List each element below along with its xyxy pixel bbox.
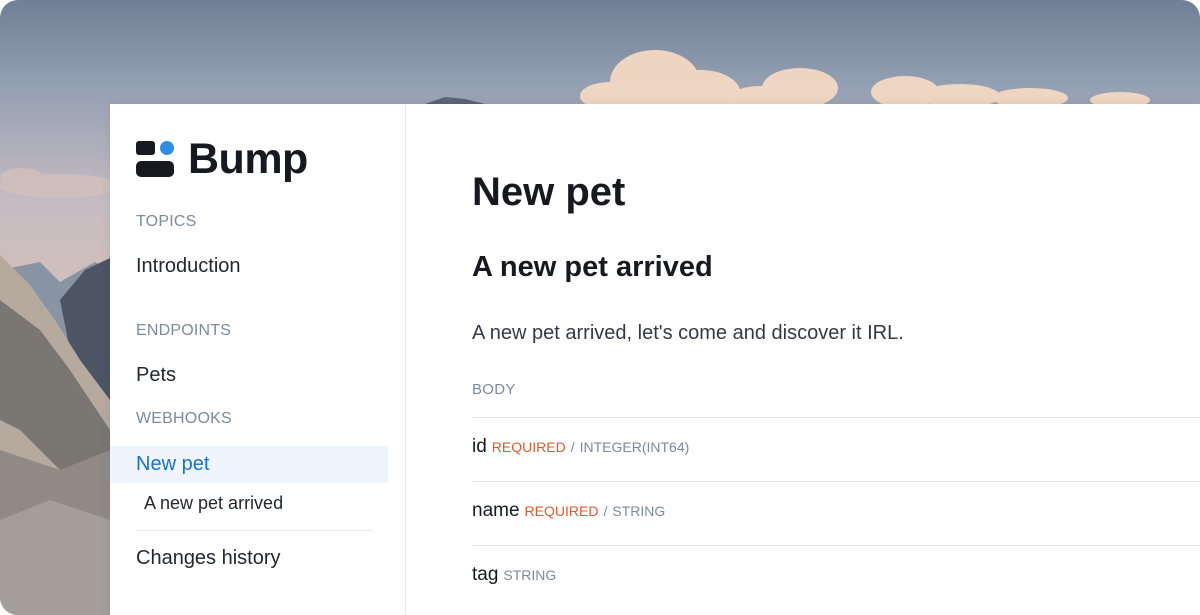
webhooks-heading: WEBHOOKS	[136, 410, 232, 427]
field-separator: /	[603, 503, 608, 519]
nav-new-pet[interactable]: New pet	[110, 446, 388, 483]
sidebar: Bump TOPICS Introduction ENDPOINTS Pets …	[110, 104, 406, 615]
bump-logo[interactable]: Bump	[136, 134, 308, 184]
field-name: tag	[472, 564, 499, 585]
nav-changes-history[interactable]: Changes history	[136, 547, 281, 570]
field-divider	[472, 481, 1200, 482]
sidebar-divider	[136, 530, 372, 531]
field-row-id: id REQUIRED / INTEGER(INT64)	[472, 436, 689, 458]
field-divider	[472, 545, 1200, 546]
field-type: STRING	[503, 567, 557, 583]
logo-text: Bump	[188, 134, 308, 183]
field-name: id	[472, 436, 487, 457]
bump-logo-icon	[136, 141, 174, 177]
event-description: A new pet arrived, let's come and discov…	[472, 322, 904, 344]
nav-new-pet-arrived[interactable]: A new pet arrived	[144, 493, 283, 514]
page-title: New pet	[472, 170, 626, 214]
field-separator: /	[570, 439, 575, 455]
field-name: name	[472, 500, 520, 521]
required-badge: REQUIRED	[524, 503, 599, 519]
nav-pets[interactable]: Pets	[136, 364, 176, 387]
field-row-name: name REQUIRED / STRING	[472, 500, 665, 522]
field-type: INTEGER(INT64)	[579, 439, 690, 455]
topics-heading: TOPICS	[136, 213, 197, 230]
body-label: BODY	[472, 381, 516, 398]
nav-introduction[interactable]: Introduction	[136, 255, 241, 278]
endpoints-heading: ENDPOINTS	[136, 322, 232, 339]
field-type: STRING	[612, 503, 666, 519]
field-row-tag: tag STRING	[472, 564, 556, 586]
required-badge: REQUIRED	[491, 439, 566, 455]
event-title: A new pet arrived	[472, 251, 713, 283]
main-content: New pet A new pet arrived A new pet arri…	[406, 104, 1200, 615]
docs-window: Bump TOPICS Introduction ENDPOINTS Pets …	[110, 104, 1200, 615]
field-divider	[472, 417, 1200, 418]
nav-new-pet-label: New pet	[136, 453, 210, 475]
